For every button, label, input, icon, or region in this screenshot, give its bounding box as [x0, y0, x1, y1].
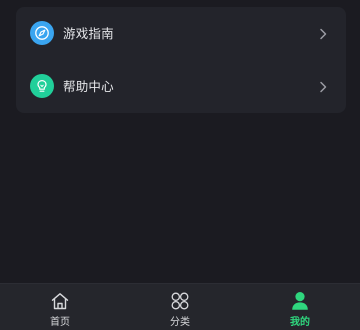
tab-category[interactable]: 分类 [120, 284, 240, 330]
user-profile-icon [292, 292, 308, 310]
tab-label: 分类 [170, 317, 190, 328]
menu-item-label: 帮助中心 [63, 79, 114, 94]
compass-icon [30, 21, 54, 45]
chevron-right-icon [320, 28, 327, 40]
tab-mine[interactable]: 我的 [240, 284, 360, 330]
screen: 游戏指南 帮助中心 首页 分类 我的 [0, 0, 360, 330]
category-grid-icon [171, 292, 189, 310]
tab-label: 我的 [290, 317, 310, 328]
bottom-tab-bar: 首页 分类 我的 [0, 283, 360, 330]
menu-item-label: 游戏指南 [63, 26, 114, 41]
chevron-right-icon [320, 81, 327, 93]
lightbulb-icon [30, 74, 54, 98]
tab-home[interactable]: 首页 [0, 284, 120, 330]
tab-label: 首页 [50, 317, 70, 328]
menu-item-game-guide[interactable]: 游戏指南 [16, 7, 346, 60]
menu-card: 游戏指南 帮助中心 [16, 7, 346, 113]
home-icon [51, 293, 69, 310]
menu-item-help-center[interactable]: 帮助中心 [16, 60, 346, 113]
